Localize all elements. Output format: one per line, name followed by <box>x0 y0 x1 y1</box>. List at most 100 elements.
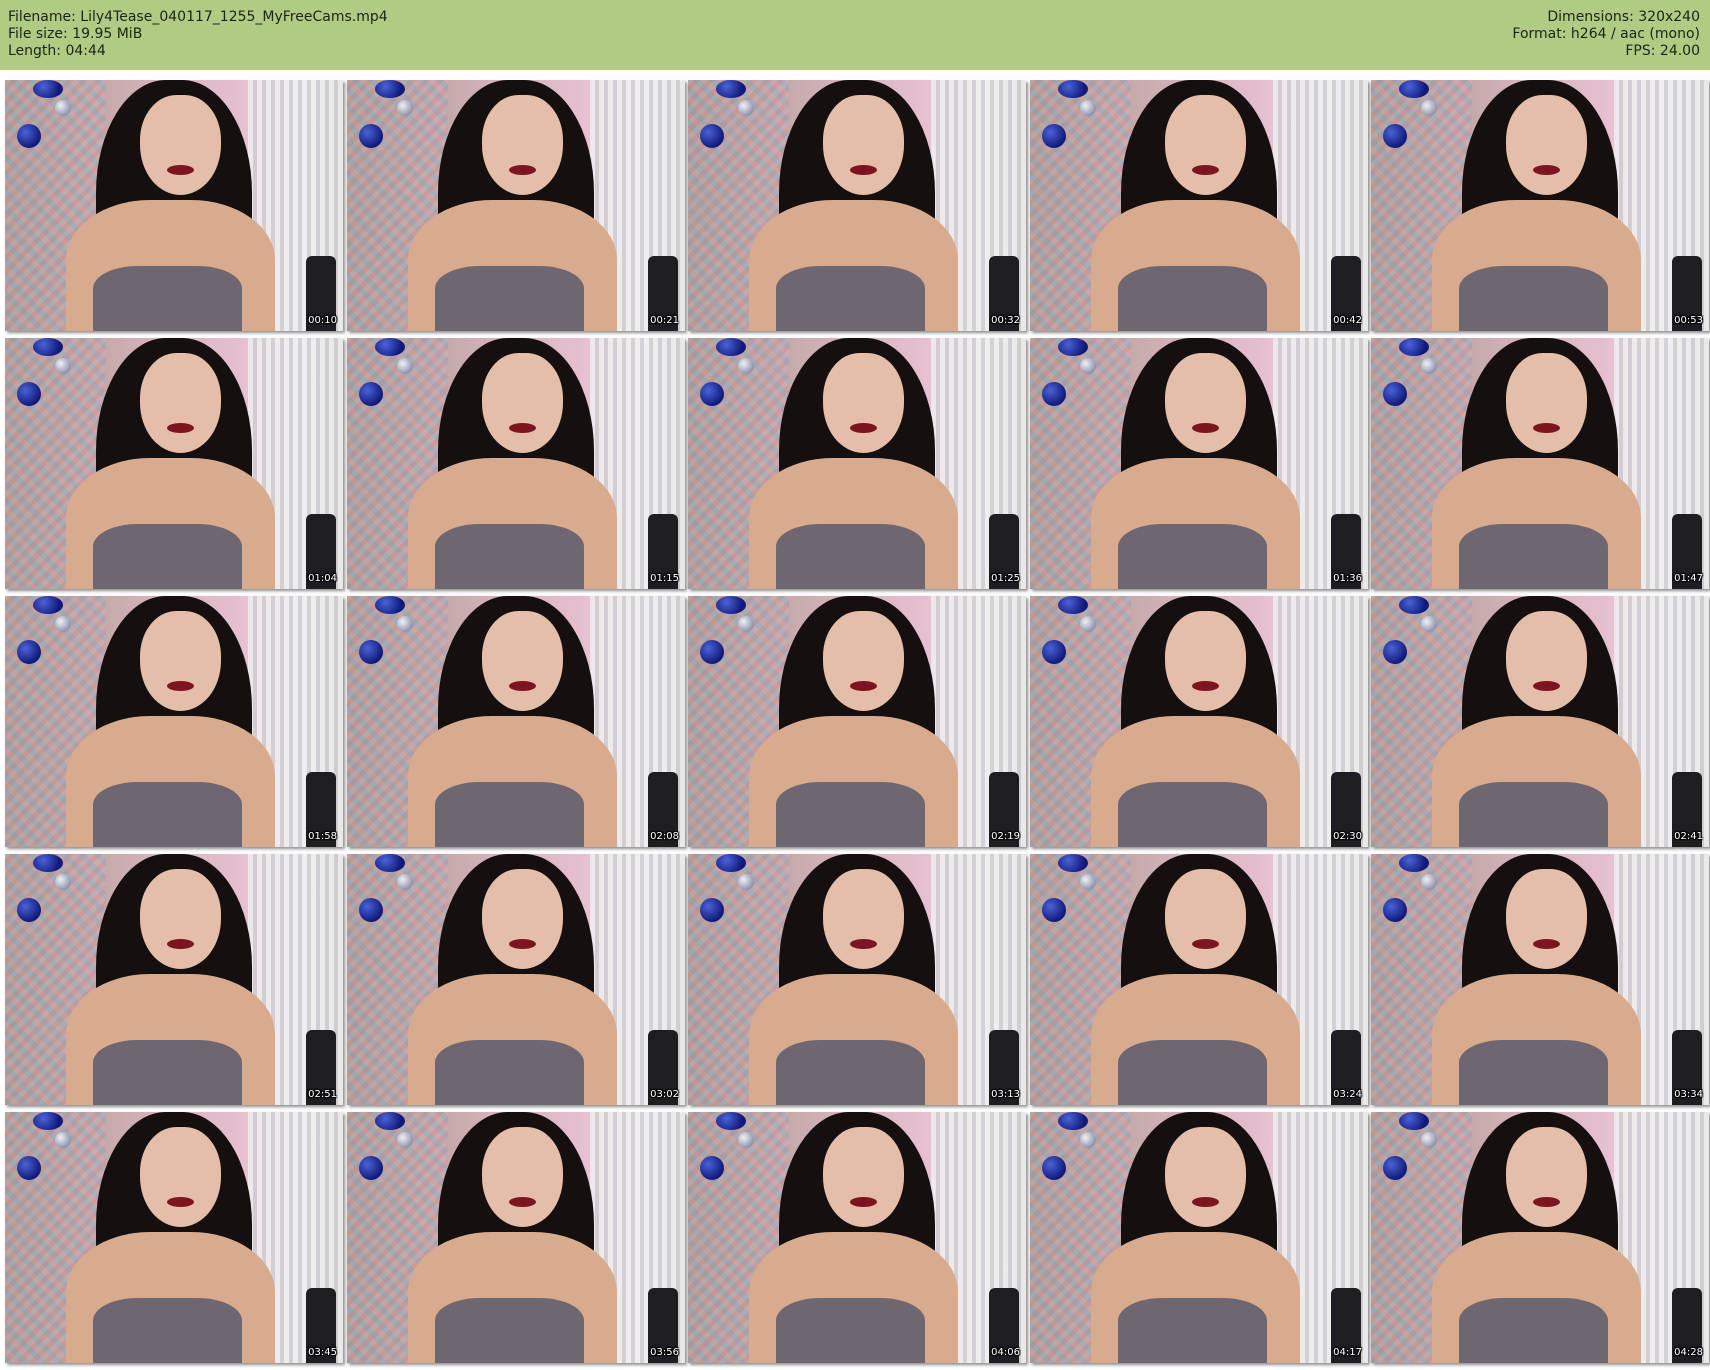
video-thumbnail[interactable]: 02:30 <box>1030 596 1368 847</box>
video-thumbnail[interactable]: 02:08 <box>347 596 685 847</box>
thumbnail-timestamp: 01:47 <box>1674 573 1703 584</box>
video-thumbnail[interactable]: 00:32 <box>688 80 1026 331</box>
thumbnail-figure-clothing <box>1458 265 1608 331</box>
thumbnail-figure-clothing <box>775 523 925 589</box>
video-thumbnail[interactable]: 02:51 <box>5 854 343 1105</box>
ornament-ball <box>1080 1132 1096 1148</box>
ornament-ball <box>1421 100 1437 116</box>
thumbnail-timestamp: 01:58 <box>308 831 337 842</box>
thumbnail-timestamp: 04:17 <box>1333 1347 1362 1358</box>
thumbnail-figure-clothing <box>775 1039 925 1105</box>
video-thumbnail[interactable]: 00:53 <box>1371 80 1709 331</box>
ornament-ball <box>1058 80 1088 98</box>
ornament-ball <box>738 100 754 116</box>
ornament-ball <box>33 854 63 872</box>
ornament-ball <box>397 358 413 374</box>
thumbnail-figure-clothing <box>1458 1297 1608 1363</box>
thumbnail-figure-clothing <box>775 781 925 847</box>
ornament-ball <box>1042 898 1066 922</box>
video-thumbnail[interactable]: 03:02 <box>347 854 685 1105</box>
ornament-ball <box>359 382 383 406</box>
thumbnail-figure-clothing <box>92 1039 242 1105</box>
thumbnail-grid: 00:10 00:21 00:32 00:42 00:53 01:04 01:15 01:25… <box>0 0 1710 1370</box>
ornament-ball <box>17 1156 41 1180</box>
ornament-ball <box>359 640 383 664</box>
ornament-ball <box>1399 338 1429 356</box>
thumbnail-timestamp: 01:36 <box>1333 573 1362 584</box>
video-thumbnail[interactable]: 03:56 <box>347 1112 685 1363</box>
video-thumbnail[interactable]: 03:34 <box>1371 854 1709 1105</box>
ornament-ball <box>33 80 63 98</box>
video-thumbnail[interactable]: 03:24 <box>1030 854 1368 1105</box>
ornament-ball <box>716 596 746 614</box>
ornament-ball <box>375 80 405 98</box>
video-thumbnail[interactable]: 02:41 <box>1371 596 1709 847</box>
ornament-ball <box>397 1132 413 1148</box>
ornament-ball <box>55 1132 71 1148</box>
ornament-ball <box>17 640 41 664</box>
video-thumbnail[interactable]: 02:19 <box>688 596 1026 847</box>
ornament-ball <box>55 100 71 116</box>
thumbnail-timestamp: 03:34 <box>1674 1089 1703 1100</box>
thumbnail-timestamp: 02:41 <box>1674 831 1703 842</box>
thumbnail-figure-clothing <box>434 265 584 331</box>
thumbnail-timestamp: 03:24 <box>1333 1089 1362 1100</box>
ornament-ball <box>1080 616 1096 632</box>
thumbnail-timestamp: 01:04 <box>308 573 337 584</box>
ornament-ball <box>1058 338 1088 356</box>
thumbnail-figure-clothing <box>434 1297 584 1363</box>
video-thumbnail[interactable]: 00:10 <box>5 80 343 331</box>
ornament-ball <box>397 874 413 890</box>
ornament-ball <box>1383 124 1407 148</box>
video-thumbnail[interactable]: 01:58 <box>5 596 343 847</box>
thumbnail-figure-clothing <box>1117 1039 1267 1105</box>
ornament-ball <box>738 616 754 632</box>
video-thumbnail[interactable]: 01:36 <box>1030 338 1368 589</box>
video-thumbnail[interactable]: 04:17 <box>1030 1112 1368 1363</box>
video-thumbnail[interactable]: 01:47 <box>1371 338 1709 589</box>
thumbnail-figure-clothing <box>1117 265 1267 331</box>
ornament-ball <box>738 874 754 890</box>
video-thumbnail[interactable]: 03:13 <box>688 854 1026 1105</box>
thumbnail-timestamp: 03:02 <box>650 1089 679 1100</box>
ornament-ball <box>700 898 724 922</box>
ornament-ball <box>55 616 71 632</box>
ornament-ball <box>716 1112 746 1130</box>
video-thumbnail[interactable]: 03:45 <box>5 1112 343 1363</box>
ornament-ball <box>1042 1156 1066 1180</box>
thumbnail-timestamp: 00:53 <box>1674 315 1703 326</box>
video-thumbnail[interactable]: 00:21 <box>347 80 685 331</box>
thumbnail-timestamp: 04:28 <box>1674 1347 1703 1358</box>
ornament-ball <box>1042 382 1066 406</box>
video-thumbnail[interactable]: 04:06 <box>688 1112 1026 1363</box>
video-thumbnail[interactable]: 04:28 <box>1371 1112 1709 1363</box>
ornament-ball <box>359 898 383 922</box>
ornament-ball <box>375 854 405 872</box>
ornament-ball <box>716 338 746 356</box>
ornament-ball <box>359 124 383 148</box>
ornament-ball <box>716 854 746 872</box>
ornament-ball <box>1383 382 1407 406</box>
ornament-ball <box>1383 898 1407 922</box>
thumbnail-timestamp: 00:10 <box>308 315 337 326</box>
ornament-ball <box>397 616 413 632</box>
ornament-ball <box>1042 640 1066 664</box>
video-thumbnail[interactable]: 00:42 <box>1030 80 1368 331</box>
thumbnail-timestamp: 02:30 <box>1333 831 1362 842</box>
thumbnail-figure-clothing <box>1117 781 1267 847</box>
ornament-ball <box>33 1112 63 1130</box>
thumbnail-timestamp: 02:51 <box>308 1089 337 1100</box>
ornament-ball <box>33 338 63 356</box>
ornament-ball <box>1399 1112 1429 1130</box>
thumbnail-figure-clothing <box>92 781 242 847</box>
thumbnail-timestamp: 04:06 <box>991 1347 1020 1358</box>
video-thumbnail[interactable]: 01:04 <box>5 338 343 589</box>
thumbnail-timestamp: 00:21 <box>650 315 679 326</box>
thumbnail-timestamp: 03:56 <box>650 1347 679 1358</box>
video-thumbnail[interactable]: 01:15 <box>347 338 685 589</box>
ornament-ball <box>1399 80 1429 98</box>
ornament-ball <box>700 382 724 406</box>
ornament-ball <box>1058 854 1088 872</box>
thumbnail-figure-clothing <box>434 1039 584 1105</box>
video-thumbnail[interactable]: 01:25 <box>688 338 1026 589</box>
